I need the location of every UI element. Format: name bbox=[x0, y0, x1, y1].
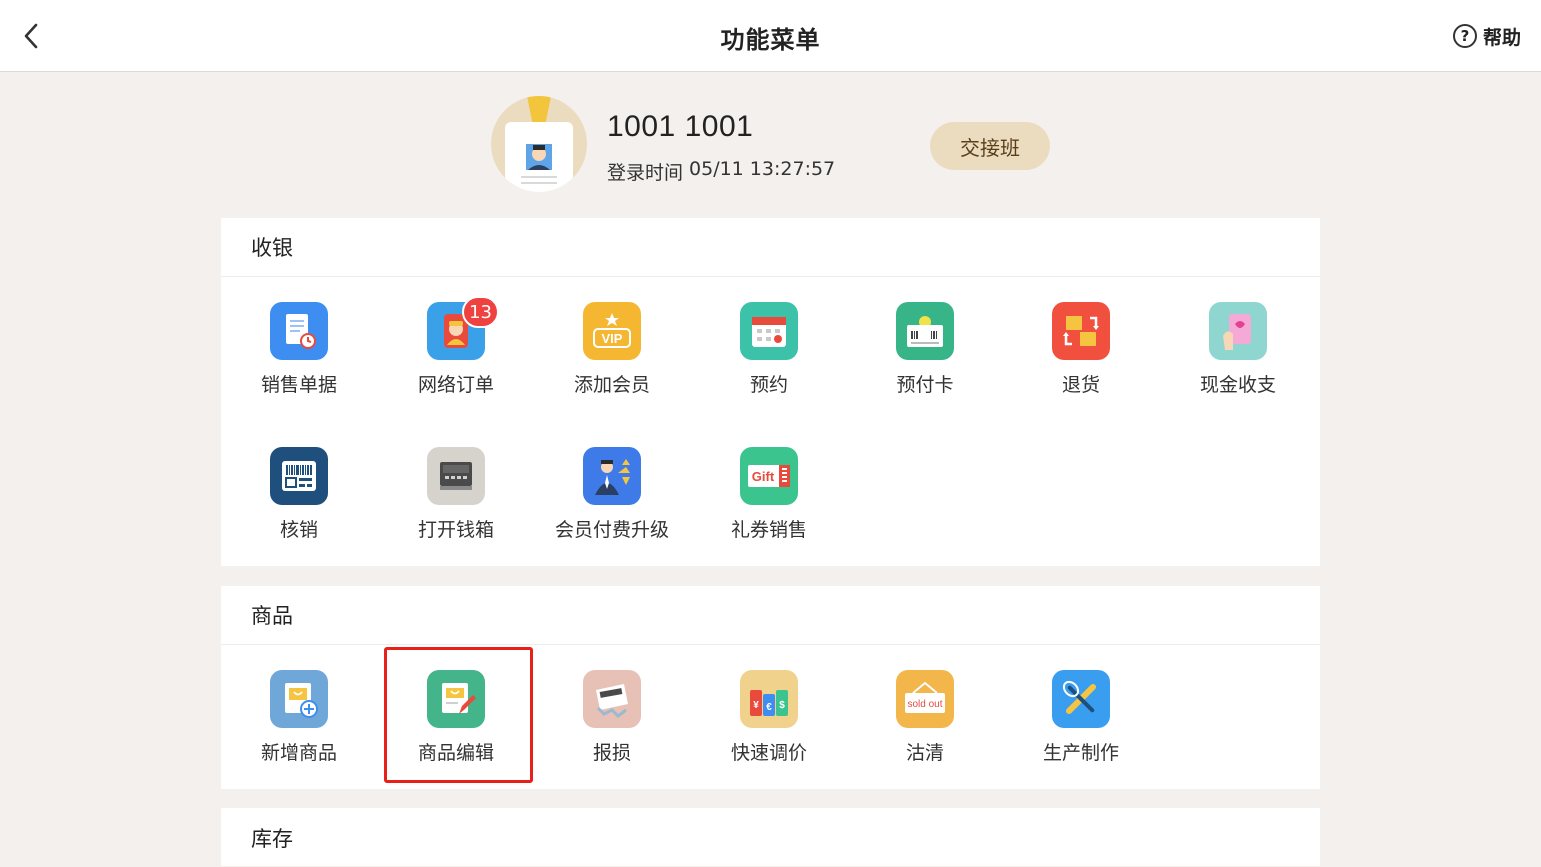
menu-item-online-orders[interactable]: 13 网络订单 bbox=[378, 296, 534, 412]
menu-item-sold-out[interactable]: sold out 沽清 bbox=[847, 670, 1003, 780]
menu-item-damage-report[interactable]: 报损 bbox=[534, 670, 690, 780]
help-button[interactable]: ? 帮助 bbox=[1452, 22, 1521, 50]
menu-item-sales-receipts[interactable]: 销售单据 bbox=[221, 302, 377, 412]
menu-item-add-member[interactable]: VIP 添加会员 bbox=[534, 302, 690, 412]
menu-item-add-product[interactable]: 新增商品 bbox=[221, 670, 377, 780]
menu-item-label: 生产制作 bbox=[1042, 742, 1119, 764]
sales-receipt-icon bbox=[270, 302, 328, 360]
menu-item-edit-product[interactable]: 商品编辑 bbox=[378, 670, 534, 780]
user-name: 1001 1001 bbox=[607, 110, 754, 143]
login-label: 登录时间 bbox=[607, 162, 684, 184]
price-tags-icon: ¥ € $ bbox=[740, 670, 798, 728]
menu-item-label: 沽清 bbox=[905, 742, 944, 764]
page-title: 功能菜单 bbox=[720, 26, 821, 54]
section-title: 库存 bbox=[251, 826, 293, 851]
cash-card-icon bbox=[1209, 302, 1267, 360]
return-goods-icon bbox=[1052, 302, 1110, 360]
notification-badge: 13 bbox=[462, 296, 499, 328]
menu-item-label: 现金收支 bbox=[1199, 374, 1276, 396]
menu-item-label: 预付卡 bbox=[896, 374, 954, 396]
menu-item-label: 退货 bbox=[1061, 374, 1100, 396]
damage-report-icon bbox=[583, 670, 641, 728]
add-product-icon bbox=[270, 670, 328, 728]
menu-item-member-upgrade[interactable]: 会员付费升级 bbox=[534, 447, 690, 557]
section-products: 商品 新增商品 商品编辑 报损 ¥ € $ 快速调价 sold out 沽清 生… bbox=[221, 586, 1320, 789]
svg-text:Gift: Gift bbox=[752, 469, 775, 484]
vip-icon: VIP bbox=[583, 302, 641, 360]
section-inventory: 库存 bbox=[221, 808, 1320, 866]
avatar bbox=[491, 96, 587, 192]
menu-item-label: 销售单据 bbox=[260, 374, 337, 396]
login-time: 05/11 13:27:57 bbox=[689, 158, 836, 180]
top-bar: 功能菜单 ? 帮助 bbox=[0, 0, 1541, 72]
menu-item-cash-in-out[interactable]: 现金收支 bbox=[1160, 302, 1316, 412]
prepaid-card-icon bbox=[896, 302, 954, 360]
production-tools-icon bbox=[1052, 670, 1110, 728]
menu-item-label: 报损 bbox=[592, 742, 631, 764]
user-profile: 1001 1001 登录时间 05/11 13:27:57 交接班 bbox=[491, 96, 1051, 196]
section-title: 收银 bbox=[221, 218, 1320, 277]
help-icon: ? bbox=[1452, 24, 1477, 48]
menu-item-label: 核销 bbox=[279, 519, 318, 541]
online-order-icon: 13 bbox=[427, 296, 499, 360]
menu-item-production[interactable]: 生产制作 bbox=[1003, 670, 1159, 780]
menu-item-open-cash-drawer[interactable]: 打开钱箱 bbox=[378, 447, 534, 557]
barcode-scan-icon bbox=[270, 447, 328, 505]
member-upgrade-icon bbox=[583, 447, 641, 505]
svg-text:sold out: sold out bbox=[907, 699, 942, 710]
menu-item-label: 新增商品 bbox=[260, 742, 337, 764]
section-title: 商品 bbox=[221, 586, 1320, 645]
menu-item-label: 商品编辑 bbox=[417, 742, 494, 764]
menu-item-verification[interactable]: 核销 bbox=[221, 447, 377, 557]
edit-product-icon bbox=[427, 670, 485, 728]
menu-item-label: 快速调价 bbox=[730, 742, 807, 764]
menu-item-label: 打开钱箱 bbox=[417, 519, 494, 541]
help-label: 帮助 bbox=[1482, 26, 1521, 49]
cash-drawer-icon bbox=[427, 447, 485, 505]
menu-item-quick-price-change[interactable]: ¥ € $ 快速调价 bbox=[691, 670, 847, 780]
menu-item-appointment[interactable]: 预约 bbox=[691, 302, 847, 412]
svg-text:VIP: VIP bbox=[602, 331, 623, 346]
menu-item-label: 网络订单 bbox=[417, 374, 494, 396]
shift-handover-button[interactable]: 交接班 bbox=[930, 122, 1050, 170]
menu-item-label: 添加会员 bbox=[573, 374, 650, 396]
login-info: 登录时间 05/11 13:27:57 bbox=[607, 158, 835, 185]
menu-item-return-goods[interactable]: 退货 bbox=[1003, 302, 1159, 412]
section-cashier: 收银 销售单据 13 网络订单 VIP 添加会员 预约 预付卡 退货 现金收支 … bbox=[221, 218, 1320, 566]
sold-out-icon: sold out bbox=[896, 670, 954, 728]
menu-item-label: 礼券销售 bbox=[730, 519, 807, 541]
gift-voucher-icon: Gift bbox=[740, 447, 798, 505]
menu-item-prepaid-card[interactable]: 预付卡 bbox=[847, 302, 1003, 412]
svg-text:¥: ¥ bbox=[753, 700, 759, 711]
svg-text:€: € bbox=[766, 702, 772, 713]
id-badge-icon bbox=[505, 96, 573, 192]
menu-item-label: 预约 bbox=[749, 374, 788, 396]
svg-text:$: $ bbox=[779, 700, 785, 711]
calendar-icon bbox=[740, 302, 798, 360]
menu-item-gift-voucher-sales[interactable]: Gift 礼券销售 bbox=[691, 447, 847, 557]
menu-item-label: 会员付费升级 bbox=[554, 519, 669, 541]
